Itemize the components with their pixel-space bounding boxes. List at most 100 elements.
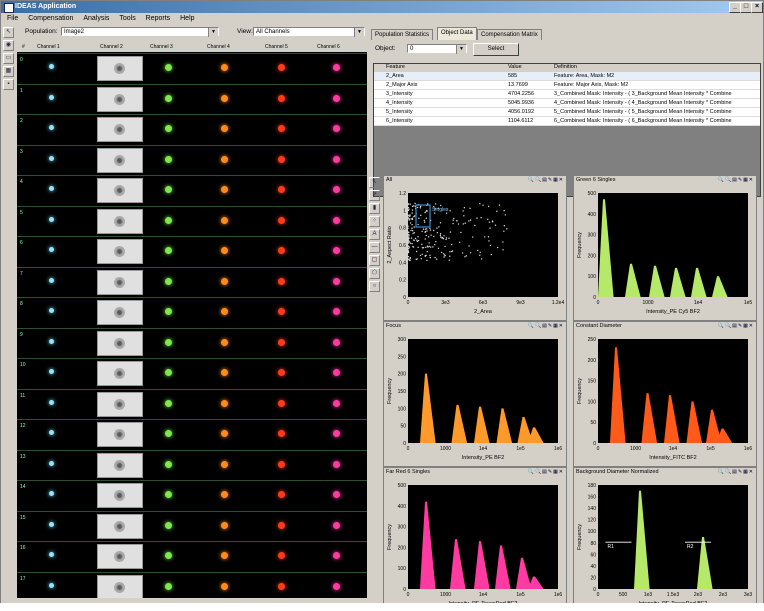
channel-3-image[interactable] bbox=[147, 270, 191, 293]
plot-panel[interactable]: Focus 🔍🔍▤✎▦✕ 0 50 100 150 200 250 300 0 1000 1e4 1e5… bbox=[383, 321, 567, 467]
channel-6-image[interactable] bbox=[315, 544, 359, 567]
pointer-tool-icon[interactable]: ↖ bbox=[369, 177, 380, 188]
gallery-row[interactable]: 1 bbox=[17, 83, 367, 112]
menu-help[interactable]: Help bbox=[180, 15, 194, 22]
channel-3-image[interactable] bbox=[147, 483, 191, 506]
channel-6-image[interactable] bbox=[315, 331, 359, 354]
channel-5-image[interactable] bbox=[260, 117, 304, 140]
channel-2-image[interactable] bbox=[97, 117, 143, 142]
title-bar[interactable]: IDEAS Application _ □ × bbox=[1, 1, 763, 13]
channel-2-image[interactable] bbox=[97, 513, 143, 539]
gallery-row[interactable]: 11 bbox=[17, 388, 367, 417]
channel-5-image[interactable] bbox=[260, 331, 304, 354]
channel-1-image[interactable] bbox=[37, 514, 81, 537]
channel-5-image[interactable] bbox=[260, 209, 304, 232]
gallery-row[interactable]: 17 bbox=[17, 571, 367, 598]
channel-3-image[interactable] bbox=[147, 239, 191, 262]
plot-panel[interactable]: All 🔍🔍▤✎▦✕ 0 0.2 0.4 0.6 0.8 1 1.2 0 3e3 6e3 9e3 1.2e… bbox=[383, 175, 567, 321]
plot-panel[interactable]: Far Red 6 Singles 🔍🔍▤✎▦✕ 0 100 200 300 400 500 0… bbox=[383, 467, 567, 604]
channel-3-image[interactable] bbox=[147, 422, 191, 445]
channel-1-image[interactable] bbox=[37, 117, 81, 140]
tab-population-statistics[interactable]: Population Statistics bbox=[371, 29, 434, 40]
tab-compensation-matrix[interactable]: Compensation Matrix bbox=[477, 29, 542, 40]
channel-2-header[interactable]: Channel 2 bbox=[100, 44, 123, 50]
channel-5-image[interactable] bbox=[260, 544, 304, 567]
channel-5-image[interactable] bbox=[260, 483, 304, 506]
channel-4-image[interactable] bbox=[203, 209, 247, 232]
channel-1-image[interactable] bbox=[37, 300, 81, 323]
channel-2-image[interactable] bbox=[97, 391, 143, 417]
channel-6-image[interactable] bbox=[315, 575, 359, 598]
image-gallery[interactable]: # Channel 1 Channel 2 Channel 3 Channel … bbox=[17, 41, 367, 598]
plot-toolbar-icons[interactable]: 🔍🔍▤✎▦✕ bbox=[528, 177, 564, 183]
gallery-row[interactable]: 7 bbox=[17, 266, 367, 295]
gallery-row[interactable]: 6 bbox=[17, 236, 367, 264]
channel-1-image[interactable] bbox=[37, 361, 81, 384]
gallery-row[interactable]: 0 bbox=[17, 53, 367, 81]
channel-6-image[interactable] bbox=[315, 239, 359, 262]
channel-1-image[interactable] bbox=[37, 148, 81, 171]
gallery-row[interactable]: 15 bbox=[17, 510, 367, 539]
chevron-down-icon[interactable]: ▼ bbox=[354, 28, 364, 37]
lasso-tool-icon[interactable]: ○ bbox=[369, 281, 380, 292]
channel-6-image[interactable] bbox=[315, 148, 359, 171]
channel-1-image[interactable] bbox=[37, 392, 81, 415]
channel-1-header[interactable]: Channel 1 bbox=[37, 44, 60, 50]
channel-6-image[interactable] bbox=[315, 514, 359, 537]
table-row[interactable]: 3_Intensity 4704.2256 3_Combined Mask: Int… bbox=[374, 90, 760, 99]
channel-6-image[interactable] bbox=[315, 270, 359, 293]
channel-3-image[interactable] bbox=[147, 148, 191, 171]
channel-5-image[interactable] bbox=[260, 178, 304, 201]
channel-6-image[interactable] bbox=[315, 392, 359, 415]
column-header-definition[interactable]: Definition bbox=[554, 64, 577, 70]
image-tool-icon[interactable]: ▭ bbox=[3, 53, 14, 64]
plot-toolbar-icons[interactable]: 🔍🔍▤✎▦✕ bbox=[718, 469, 754, 475]
gallery-row[interactable]: 14 bbox=[17, 480, 367, 508]
gallery-row[interactable]: 10 bbox=[17, 358, 367, 386]
plot-panel[interactable]: Constant Diameter 🔍🔍▤✎▦✕ 0 50 100 150 200 250 0 1… bbox=[573, 321, 757, 467]
channel-6-header[interactable]: Channel 6 bbox=[317, 44, 340, 50]
channel-3-image[interactable] bbox=[147, 56, 191, 79]
channel-4-image[interactable] bbox=[203, 270, 247, 293]
channel-2-image[interactable] bbox=[97, 269, 143, 295]
channel-3-header[interactable]: Channel 3 bbox=[150, 44, 173, 50]
gallery-row[interactable]: 3 bbox=[17, 144, 367, 173]
channel-4-image[interactable] bbox=[203, 422, 247, 445]
channel-4-image[interactable] bbox=[203, 544, 247, 567]
channel-3-image[interactable] bbox=[147, 300, 191, 323]
channel-4-image[interactable] bbox=[203, 331, 247, 354]
channel-6-image[interactable] bbox=[315, 422, 359, 445]
menu-file[interactable]: File bbox=[7, 15, 18, 22]
channel-3-image[interactable] bbox=[147, 331, 191, 354]
gallery-row[interactable]: 9 bbox=[17, 327, 367, 356]
gallery-row[interactable]: 2 bbox=[17, 114, 367, 142]
channel-6-image[interactable] bbox=[315, 87, 359, 110]
channel-2-image[interactable] bbox=[97, 330, 143, 356]
gallery-row[interactable]: 5 bbox=[17, 205, 367, 234]
channel-4-image[interactable] bbox=[203, 87, 247, 110]
channel-1-image[interactable] bbox=[37, 87, 81, 110]
channel-2-image[interactable] bbox=[97, 574, 143, 598]
table-row[interactable]: 6_Intensity 1104.6112 6_Combined Mask: Int… bbox=[374, 117, 760, 126]
channel-3-image[interactable] bbox=[147, 575, 191, 598]
channel-4-image[interactable] bbox=[203, 361, 247, 384]
region-tool-icon[interactable]: ▢ bbox=[369, 255, 380, 266]
channel-4-image[interactable] bbox=[203, 178, 247, 201]
channel-1-image[interactable] bbox=[37, 270, 81, 293]
menu-reports[interactable]: Reports bbox=[146, 15, 171, 22]
column-header-feature[interactable]: Feature bbox=[386, 64, 405, 70]
channel-5-image[interactable] bbox=[260, 87, 304, 110]
channel-3-image[interactable] bbox=[147, 87, 191, 110]
channel-4-image[interactable] bbox=[203, 56, 247, 79]
channel-1-image[interactable] bbox=[37, 422, 81, 445]
gallery-row[interactable]: 4 bbox=[17, 175, 367, 203]
channel-1-image[interactable] bbox=[37, 178, 81, 201]
channel-1-image[interactable] bbox=[37, 453, 81, 476]
select-button[interactable]: Select bbox=[473, 43, 519, 56]
channel-2-image[interactable] bbox=[97, 483, 143, 508]
channel-5-image[interactable] bbox=[260, 56, 304, 79]
channel-4-image[interactable] bbox=[203, 483, 247, 506]
channel-6-image[interactable] bbox=[315, 117, 359, 140]
channel-1-image[interactable] bbox=[37, 331, 81, 354]
view-select[interactable]: All Channels ▼ bbox=[253, 27, 365, 37]
